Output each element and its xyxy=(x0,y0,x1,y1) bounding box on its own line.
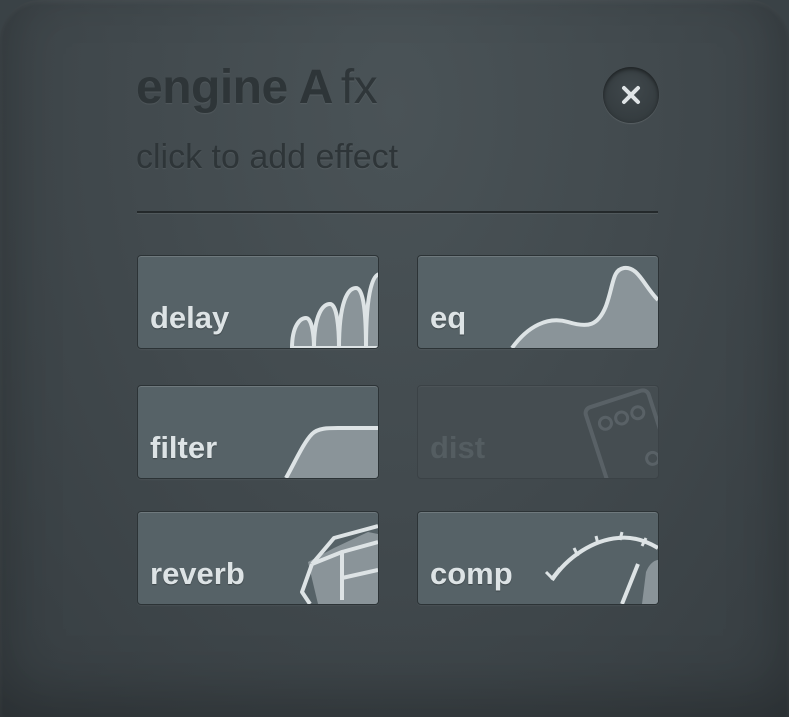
effect-tile-eq[interactable]: eq xyxy=(417,255,659,349)
title-fx: fx xyxy=(340,61,378,114)
delay-waves-icon xyxy=(289,272,378,348)
effect-label: dist xyxy=(430,430,486,465)
header-divider xyxy=(137,211,658,213)
compressor-meter-icon xyxy=(544,531,658,604)
title-engine: engine A xyxy=(136,61,333,114)
close-button[interactable] xyxy=(603,67,659,123)
panel-subtitle: click to add effect xyxy=(136,138,399,176)
close-icon xyxy=(603,67,659,123)
eq-curve-icon xyxy=(510,265,658,348)
effect-tile-filter[interactable]: filter xyxy=(137,385,379,479)
effect-tile-delay[interactable]: delay xyxy=(137,255,379,349)
effect-label: reverb xyxy=(150,556,245,591)
reverb-cube-icon xyxy=(300,524,378,604)
distortion-pedal-icon xyxy=(583,388,658,478)
effect-tile-reverb[interactable]: reverb xyxy=(137,511,379,605)
panel-title: engine Afx xyxy=(136,60,378,115)
fx-panel: engine Afx click to add effect delay eq xyxy=(0,0,789,717)
effect-label: delay xyxy=(150,300,230,335)
effect-tile-comp[interactable]: comp xyxy=(417,511,659,605)
effect-tile-dist: dist xyxy=(417,385,659,479)
filter-curve-icon xyxy=(284,426,378,478)
effect-label: comp xyxy=(430,556,513,591)
effect-label: filter xyxy=(150,430,218,465)
effect-label: eq xyxy=(430,300,467,335)
